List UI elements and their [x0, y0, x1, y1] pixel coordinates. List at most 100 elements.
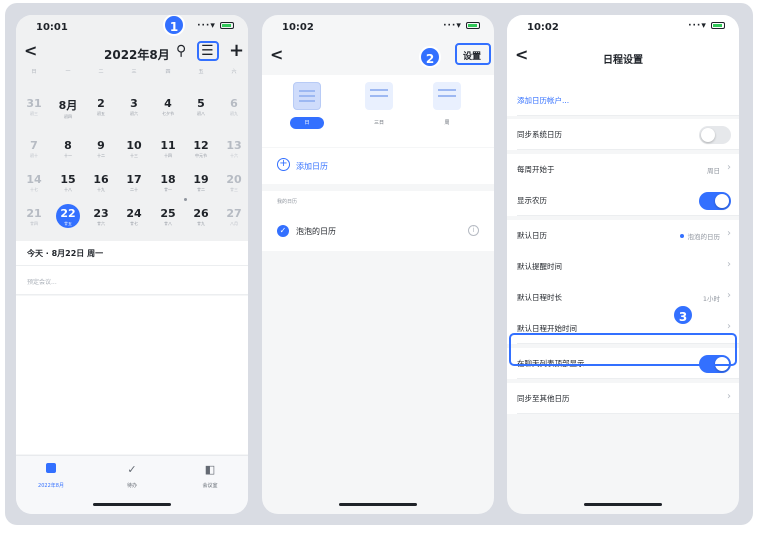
day-cell[interactable]: 17 二十 [120, 173, 148, 193]
day-cell[interactable]: 4 七夕节 [154, 97, 182, 117]
view-three-day[interactable]: 三日 [362, 82, 396, 129]
day-cell[interactable]: 3 初六 [120, 97, 148, 117]
info-icon[interactable]: i [468, 225, 479, 236]
day-number: 9 [97, 139, 105, 152]
chat-top-highlight [509, 333, 737, 366]
settings-row-default-reminder[interactable]: 默认提醒时间 › [507, 251, 739, 282]
lunar-date: 廿八 [164, 221, 172, 226]
day-cell[interactable]: 2 初五 [87, 97, 115, 117]
day-cell[interactable]: 20 廿三 [220, 173, 248, 193]
day-cell[interactable]: 21 廿四 [20, 207, 48, 227]
settings-row-default-calendar[interactable]: 默认日历 泡泡的日历 › [507, 220, 739, 251]
day-view-icon [293, 82, 321, 110]
lunar-date: 初四 [64, 114, 72, 119]
day-number: 5 [197, 97, 205, 110]
lunar-date: 十三 [130, 153, 138, 158]
add-calendar-label: 添加日历 [296, 162, 328, 171]
settings-row-label: 默认日程时长 [517, 293, 562, 302]
day-cell[interactable]: 31 初三 [20, 97, 48, 117]
settings-row-sync-system-calendar[interactable]: 同步系统日历 [507, 119, 739, 150]
row-divider [517, 215, 739, 216]
day-cell[interactable]: 8月 初四 [54, 97, 82, 120]
day-number: 2 [97, 97, 105, 110]
day-cell[interactable]: 23 廿六 [87, 207, 115, 227]
day-cell[interactable]: 8 十一 [54, 139, 82, 159]
day-number: 26 [193, 207, 209, 220]
day-number: 13 [226, 139, 242, 152]
view-day[interactable]: 日 [290, 82, 324, 129]
checkbox-checked-icon[interactable]: ✓ [277, 225, 289, 237]
settings-row-value: 1小时 [703, 293, 720, 303]
tab-meeting-room-label: 会议室 [202, 483, 218, 489]
row-divider [517, 378, 739, 379]
day-cell[interactable]: 19 廿二 [187, 173, 215, 193]
phone-calendar-month: 10:01 ···▾ < 2022年8月 ⚲ ☰ + 1 日一二三四五六 31 初… [16, 15, 248, 514]
day-cell[interactable]: 10 十三 [120, 139, 148, 159]
day-cell-selected[interactable]: 22 廿五 [56, 204, 80, 228]
weekday-label: 日 [31, 69, 37, 75]
menu-icon[interactable]: ☰ [201, 43, 214, 59]
settings-button[interactable]: 设置 [463, 49, 481, 62]
settings-row-add-calendar-account[interactable]: 添加日历帐户... [507, 85, 739, 116]
day-cell[interactable]: 12 中元节 [187, 139, 215, 159]
day-number: 7 [30, 139, 38, 152]
toggle-switch[interactable] [699, 192, 731, 210]
lunar-date: 初六 [130, 111, 138, 116]
day-cell[interactable]: 26 廿九 [187, 207, 215, 227]
settings-row-sync-other-calendars[interactable]: 同步至其他日历 › [507, 383, 739, 414]
day-number: 3 [130, 97, 138, 110]
day-cell[interactable]: 27 八月 [220, 207, 248, 227]
add-calendar-button[interactable]: + 添加日历 [262, 148, 494, 184]
status-bar: 10:02 ···▾ [262, 15, 494, 39]
settings-row-show-lunar[interactable]: 显示农历 [507, 185, 739, 216]
settings-row-value: 周日 [707, 165, 720, 175]
settings-row-label: 同步至其他日历 [517, 394, 570, 403]
step-badge-3: 3 [672, 304, 694, 326]
settings-row-default-duration[interactable]: 默认日程时长 1小时 › [507, 282, 739, 313]
day-cell[interactable]: 16 十九 [87, 173, 115, 193]
row-divider [517, 413, 739, 414]
row-divider [517, 149, 739, 150]
lunar-date: 廿六 [97, 221, 105, 226]
day-cell[interactable]: 15 十八 [54, 173, 82, 193]
view-week-label: 周 [444, 120, 450, 126]
tab-calendar[interactable]: 2022年8月 [21, 463, 81, 489]
day-cell[interactable]: 7 初十 [20, 139, 48, 159]
toggle-switch[interactable] [699, 126, 731, 144]
meeting-placeholder[interactable]: 预定会议... [16, 265, 248, 295]
add-icon[interactable]: + [229, 40, 244, 61]
back-icon[interactable]: < [270, 45, 283, 64]
day-number: 16 [93, 173, 109, 186]
search-icon[interactable]: ⚲ [176, 43, 186, 59]
calendar-name[interactable]: 泡泡的日历 [296, 226, 336, 237]
day-cell[interactable]: 14 十七 [20, 173, 48, 193]
tab-meeting-room[interactable]: ◧ 会议室 [180, 463, 240, 489]
lunar-date: 初八 [197, 111, 205, 116]
status-time: 10:02 [282, 22, 314, 33]
settings-row-week-start[interactable]: 每周开始于 周日 › [507, 154, 739, 185]
back-icon[interactable]: < [24, 41, 37, 60]
day-cell[interactable]: 11 十四 [154, 139, 182, 159]
day-number: 21 [26, 207, 42, 220]
tab-todo[interactable]: ✓ 待办 [102, 463, 162, 489]
day-number: 31 [26, 97, 42, 110]
day-cell[interactable]: 18 廿一 [154, 173, 182, 193]
day-cell[interactable]: 6 初九 [220, 97, 248, 117]
day-cell[interactable]: 25 廿八 [154, 207, 182, 227]
day-cell[interactable]: 24 廿七 [120, 207, 148, 227]
settings-row-label: 默认日历 [517, 231, 547, 240]
day-cell[interactable]: 13 十六 [220, 139, 248, 159]
home-indicator [339, 503, 417, 506]
month-title[interactable]: 2022年8月 [104, 46, 170, 63]
chevron-right-icon: › [727, 321, 731, 332]
my-calendars-section: 我的日历 ✓ 泡泡的日历 i [262, 191, 494, 251]
day-cell[interactable]: 9 十二 [87, 139, 115, 159]
day-cell[interactable]: 5 初八 [187, 97, 215, 117]
lunar-date: 十九 [97, 187, 105, 192]
settings-row-value-text: 泡泡的日历 [687, 233, 721, 241]
view-week[interactable]: 周 [430, 82, 464, 129]
day-number: 23 [93, 207, 109, 220]
settings-row-label: 默认提醒时间 [517, 262, 562, 271]
settings-row-value: 泡泡的日历 [679, 231, 721, 241]
home-indicator [584, 503, 662, 506]
